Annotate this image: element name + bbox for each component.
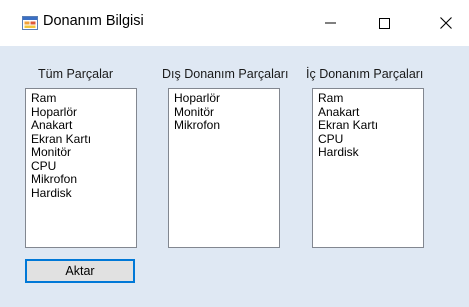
maximize-icon xyxy=(378,17,390,29)
list-item[interactable]: CPU xyxy=(31,159,136,174)
list-item[interactable]: CPU xyxy=(318,132,423,147)
list-item[interactable]: Mikrofon xyxy=(174,118,279,133)
external-parts-listbox[interactable]: Hoparlör Monitör Mikrofon xyxy=(168,88,280,248)
list-item[interactable]: Monitör xyxy=(31,145,136,160)
list-item[interactable]: Anakart xyxy=(31,118,136,133)
title-bar: Donanım Bilgisi xyxy=(0,0,469,46)
list-item[interactable]: Ram xyxy=(318,91,423,106)
internal-parts-listbox[interactable]: Ram Anakart Ekran Kartı CPU Hardisk xyxy=(312,88,424,248)
close-button[interactable] xyxy=(423,0,469,46)
internal-parts-label: İç Donanım Parçaları xyxy=(306,67,424,81)
all-parts-listbox[interactable]: Ram Hoparlör Anakart Ekran Kartı Monitör… xyxy=(25,88,137,248)
transfer-button[interactable]: Aktar xyxy=(25,259,135,283)
list-item[interactable]: Monitör xyxy=(174,105,279,120)
form-icon xyxy=(22,15,38,31)
external-parts-label: Dış Donanım Parçaları xyxy=(162,67,289,81)
list-item[interactable]: Hardisk xyxy=(31,186,136,201)
list-item[interactable]: Mikrofon xyxy=(31,172,136,187)
all-parts-label: Tüm Parçalar xyxy=(38,67,114,81)
list-item[interactable]: Ekran Kartı xyxy=(318,118,423,133)
window-title: Donanım Bilgisi xyxy=(43,13,144,29)
list-item[interactable]: Anakart xyxy=(318,105,423,120)
list-item[interactable]: Ekran Kartı xyxy=(31,132,136,147)
minimize-icon xyxy=(324,22,336,24)
maximize-button[interactable] xyxy=(361,0,407,46)
app-window: Donanım Bilgisi Tüm Parçalar Dış Donanım… xyxy=(0,0,469,307)
minimize-button[interactable] xyxy=(307,0,353,46)
list-item[interactable]: Hoparlör xyxy=(31,105,136,120)
close-icon xyxy=(440,17,452,29)
list-item[interactable]: Hardisk xyxy=(318,145,423,160)
list-item[interactable]: Hoparlör xyxy=(174,91,279,106)
list-item[interactable]: Ram xyxy=(31,91,136,106)
